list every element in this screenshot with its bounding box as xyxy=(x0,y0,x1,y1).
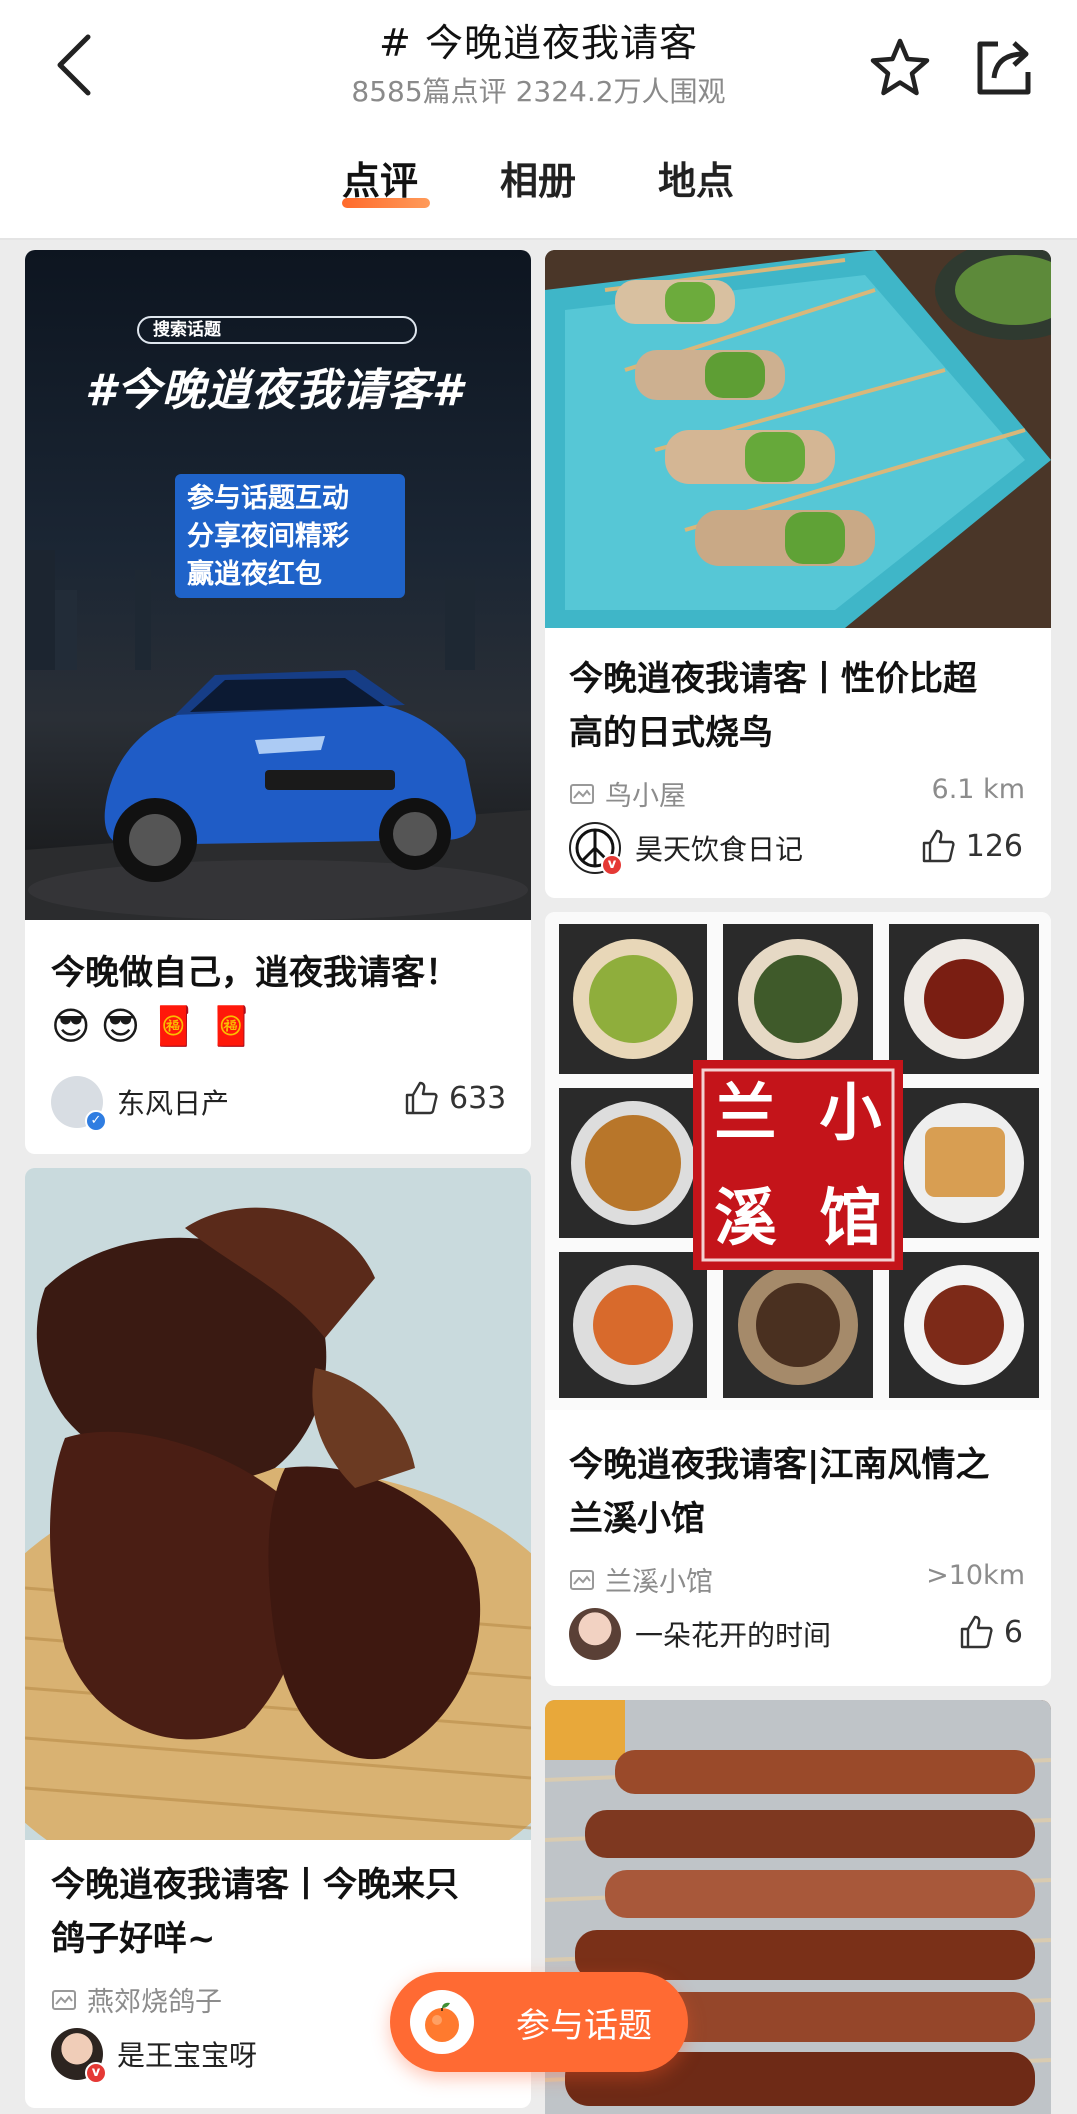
card-title-line: 今晚逍夜我请客丨今晚来只 xyxy=(51,1865,459,1905)
like-count: 126 xyxy=(965,828,1023,864)
author-row[interactable]: v 昊天饮食日记 xyxy=(569,822,804,876)
emoji-sunglasses: 😎 xyxy=(100,1004,141,1048)
star-icon xyxy=(870,38,930,96)
join-topic-label: 参与话题 xyxy=(516,2005,652,2046)
card-image xyxy=(545,250,1051,628)
place-row[interactable]: 兰溪小馆 xyxy=(569,1560,713,1599)
roast-pigeon-photo xyxy=(25,1168,531,1840)
emoji-red-envelope: 🧧 xyxy=(207,1004,255,1048)
like-button[interactable]: 633 xyxy=(403,1080,506,1116)
tab-bar: 点评 相册 地点 xyxy=(0,150,1077,210)
author-name: 是王宝宝呀 xyxy=(117,2039,258,2072)
card-image: 搜索话题 #今晚逍夜我请客# 参与话题互动 分享夜间精彩 赢逍夜红包 xyxy=(25,250,531,920)
poster-campaign-box: 参与话题互动 分享夜间精彩 赢逍夜红包 xyxy=(175,474,405,598)
card-image: 兰 小 溪 馆 xyxy=(545,912,1051,1410)
shop-icon xyxy=(570,1569,594,1590)
poster-line: 参与话题互动 xyxy=(187,483,349,514)
restaurant-seal: 兰 小 溪 馆 xyxy=(693,1060,903,1270)
verified-badge-icon: ✓ xyxy=(85,1110,107,1132)
seal-char: 小 xyxy=(819,1076,882,1149)
like-button[interactable]: 6 xyxy=(958,1614,1023,1650)
author-row[interactable]: 一朵花开的时间 xyxy=(569,1608,831,1660)
review-card[interactable]: 今晚逍夜我请客丨今晚来只 鸽子好咩~ 燕郊烧鸽子 v 是王宝宝呀 xyxy=(25,1168,531,2108)
distance: 6.1 km xyxy=(931,774,1025,805)
author-row[interactable]: v 是王宝宝呀 xyxy=(51,2028,258,2084)
author-row[interactable]: ✓ 东风日产 xyxy=(51,1076,230,1132)
orange-icon xyxy=(410,1990,474,2054)
share-icon xyxy=(977,41,1031,95)
card-title-line: 兰溪小馆 xyxy=(569,1499,705,1539)
like-count: 6 xyxy=(1003,1614,1023,1650)
review-card[interactable]: 搜索话题 #今晚逍夜我请客# 参与话题互动 分享夜间精彩 赢逍夜红包 今晚做自己… xyxy=(25,250,531,1154)
review-card[interactable]: 今晚逍夜我请客丨性价比超 高的日式烧鸟 鸟小屋 6.1 km v 昊天饮食日记 … xyxy=(545,250,1051,898)
author-name: 一朵花开的时间 xyxy=(635,1619,832,1652)
seal-char: 兰 xyxy=(714,1076,777,1149)
place-name: 鸟小屋 xyxy=(605,781,686,812)
poster-search-pill: 搜索话题 xyxy=(137,316,417,344)
poster-line: 分享夜间精彩 xyxy=(187,521,349,552)
header: # 今晚逍夜我请客 8585篇点评 2324.2万人围观 点评 相册 地点 xyxy=(0,0,1077,240)
like-count: 633 xyxy=(449,1080,507,1116)
author-name: 东风日产 xyxy=(117,1087,230,1120)
tab-albums[interactable]: 相册 xyxy=(500,150,576,205)
place-name: 兰溪小馆 xyxy=(605,1567,713,1598)
card-title: 今晚做自己，逍夜我请客！ xyxy=(51,953,459,993)
avatar: ✓ xyxy=(51,1076,107,1132)
card-title: 今晚逍夜我请客|江南风情之 兰溪小馆 xyxy=(569,1438,1039,1546)
card-title-line: 鸽子好咩~ xyxy=(51,1919,216,1959)
tab-reviews[interactable]: 点评 xyxy=(342,150,418,205)
avatar: v xyxy=(569,822,623,876)
author-name: 昊天饮食日记 xyxy=(635,833,804,866)
card-image xyxy=(25,1168,531,1840)
divider xyxy=(0,238,1077,240)
favorite-button[interactable] xyxy=(868,36,932,100)
verified-badge-icon: v xyxy=(85,2062,107,2084)
review-card[interactable]: 兰 小 溪 馆 今晚逍夜我请客|江南风情之 兰溪小馆 兰溪小馆 >10km 一朵… xyxy=(545,912,1051,1686)
yakitori-photo xyxy=(545,250,1051,628)
share-button[interactable] xyxy=(972,34,1036,98)
join-topic-button[interactable]: 参与话题 xyxy=(390,1972,688,2072)
card-title: 今晚逍夜我请客丨性价比超 高的日式烧鸟 xyxy=(569,652,1039,760)
card-title-line: 高的日式烧鸟 xyxy=(569,713,773,753)
seal-char: 馆 xyxy=(819,1181,882,1254)
verified-badge-icon: v xyxy=(601,854,623,876)
poster-headline: #今晚逍夜我请客# xyxy=(85,365,464,416)
shop-icon xyxy=(52,1989,76,2010)
card-title-line: 今晚逍夜我请客丨性价比超 xyxy=(569,659,977,699)
emoji-sunglasses: 😎 xyxy=(51,1004,91,1048)
shop-icon xyxy=(570,783,594,804)
thumbs-up-icon xyxy=(405,1081,438,1115)
like-button[interactable]: 126 xyxy=(920,828,1023,864)
avatar: v xyxy=(51,2028,107,2084)
poster-line: 赢逍夜红包 xyxy=(187,559,322,590)
emoji-row: 😎 😎 🧧 🧧 xyxy=(51,1004,255,1049)
place-row[interactable]: 鸟小屋 xyxy=(569,774,686,813)
thumbs-up-icon xyxy=(960,1615,993,1649)
distance: >10km xyxy=(926,1560,1025,1591)
orange-fruit-icon xyxy=(425,2002,459,2042)
seal-char: 溪 xyxy=(714,1181,777,1254)
card-title-line: 今晚逍夜我请客|江南风情之 xyxy=(569,1445,990,1485)
active-tab-indicator xyxy=(342,198,430,208)
card-title: 今晚逍夜我请客丨今晚来只 鸽子好咩~ xyxy=(51,1858,521,1966)
place-name: 燕郊烧鸽子 xyxy=(87,1987,222,2018)
avatar xyxy=(569,1608,621,1660)
thumbs-up-icon xyxy=(922,829,955,863)
place-row[interactable]: 燕郊烧鸽子 xyxy=(51,1980,222,2019)
tab-places[interactable]: 地点 xyxy=(658,150,734,205)
emoji-red-envelope: 🧧 xyxy=(150,1004,198,1048)
